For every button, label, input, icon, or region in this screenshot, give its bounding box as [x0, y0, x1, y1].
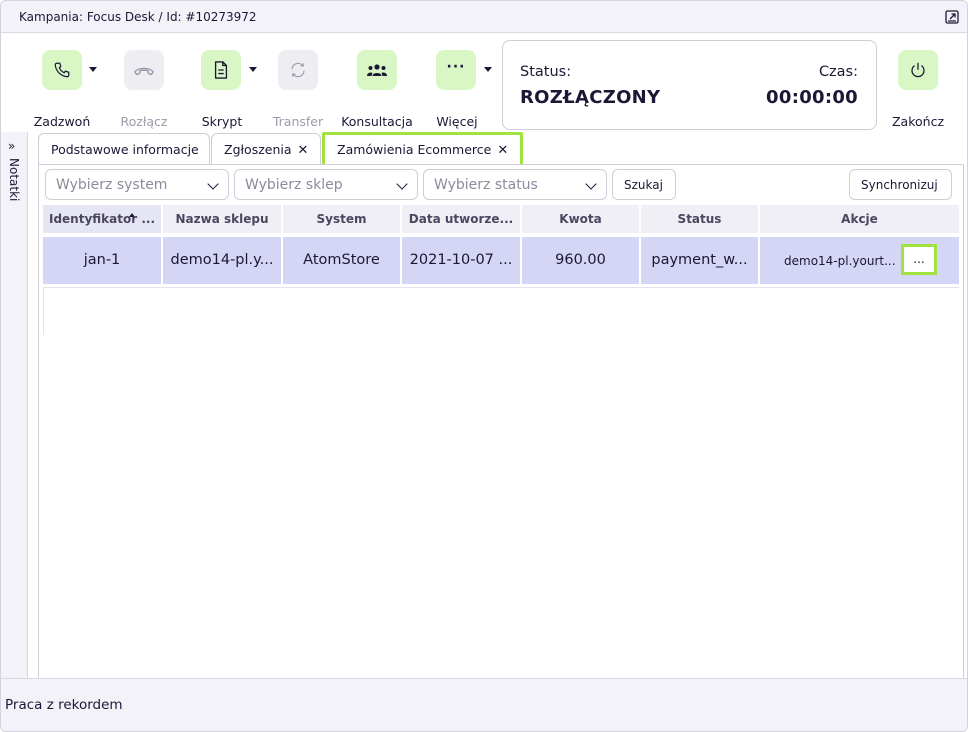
cell-amount: 960.00 [522, 237, 639, 284]
disconnect-label: Rozłącz [120, 114, 168, 129]
status-select-placeholder: Wybierz status [434, 177, 538, 193]
footer-label: Praca z rekordem [5, 697, 123, 713]
cell-status: payment_w... [641, 237, 758, 284]
notes-panel-toggle[interactable]: » Notatki [1, 132, 28, 678]
tab-basic-info[interactable]: Podstawowe informacje [38, 133, 210, 164]
call-dropdown-chevron-icon[interactable] [89, 67, 97, 72]
column-header-created[interactable]: Data utworze... [402, 205, 520, 233]
sync-button[interactable]: Synchronizuj [849, 169, 952, 200]
system-select-placeholder: Wybierz system [56, 177, 168, 193]
tab-ecommerce-orders[interactable]: Zamówienia Ecommerce ✕ [322, 132, 523, 168]
table-row[interactable]: jan-1 demo14-pl.y... AtomStore 2021-10-0… [43, 237, 959, 284]
transfer-label: Transfer [272, 114, 324, 129]
hangup-icon [134, 67, 154, 76]
disconnect-button[interactable] [124, 50, 164, 90]
tab-label: Podstawowe informacje [51, 142, 199, 157]
end-button[interactable] [898, 50, 938, 90]
orders-table-header: Identyfikator ... Nazwa sklepu System Da… [43, 205, 959, 233]
cell-system: AtomStore [283, 237, 400, 284]
call-label: Zadzwoń [33, 114, 91, 129]
shop-select-placeholder: Wybierz sklep [245, 177, 343, 193]
consult-label: Konsultacja [341, 114, 413, 129]
group-icon [367, 64, 387, 76]
call-status-panel: Status: ROZŁĄCZONY Czas: 00:00:00 [502, 40, 877, 130]
transfer-icon [291, 62, 305, 78]
tab-label: Zamówienia Ecommerce [337, 142, 492, 157]
column-header-shop[interactable]: Nazwa sklepu [163, 205, 281, 233]
double-chevron-right-icon: » [8, 139, 16, 153]
title-bar: Kampania: Focus Desk / Id: #10273972 [1, 1, 967, 33]
chevron-down-icon [207, 178, 219, 190]
more-label: Więcej [436, 114, 478, 129]
more-dots-icon: ··· [446, 59, 466, 75]
popout-icon[interactable] [945, 10, 959, 24]
time-value: 00:00:00 [766, 87, 858, 108]
chevron-down-icon [585, 178, 597, 190]
tab-label: Zgłoszenia [224, 142, 292, 157]
column-header-amount[interactable]: Kwota [522, 205, 639, 233]
call-toolbar: Zadzwoń Rozłącz Skrypt Transfer Konsulta… [1, 33, 967, 133]
campaign-title: Kampania: Focus Desk / Id: #10273972 [19, 10, 257, 24]
power-icon [911, 62, 925, 78]
sort-ascending-icon [129, 213, 135, 217]
more-dropdown-chevron-icon[interactable] [484, 67, 492, 72]
script-button[interactable] [201, 50, 241, 90]
chevron-down-icon [396, 178, 408, 190]
column-header-system[interactable]: System [283, 205, 400, 233]
tab-tickets[interactable]: Zgłoszenia ✕ [211, 133, 321, 164]
script-dropdown-chevron-icon[interactable] [249, 67, 257, 72]
end-label: Zakończ [891, 114, 945, 129]
table-empty-area [43, 287, 959, 335]
time-label: Czas: [818, 64, 858, 80]
cell-id: jan-1 [43, 237, 161, 284]
document-icon [214, 61, 228, 79]
record-footer: Praca z rekordem [1, 678, 967, 731]
status-label: Status: [520, 64, 572, 80]
column-header-status[interactable]: Status [641, 205, 758, 233]
app-window: Kampania: Focus Desk / Id: #10273972 Zad… [0, 0, 968, 732]
search-button[interactable]: Szukaj [612, 169, 676, 200]
script-label: Skrypt [201, 114, 243, 129]
cell-created: 2021-10-07 ... [402, 237, 520, 284]
close-icon[interactable]: ✕ [298, 143, 309, 158]
consult-button[interactable] [357, 50, 397, 90]
column-header-actions: Akcje [760, 205, 959, 233]
row-more-actions-button[interactable]: ... [901, 244, 937, 275]
notes-label: Notatki [7, 158, 21, 202]
status-value: ROZŁĄCZONY [520, 87, 661, 108]
more-button[interactable]: ··· [436, 50, 476, 90]
transfer-button[interactable] [278, 50, 318, 90]
system-select[interactable]: Wybierz system [45, 169, 229, 200]
cell-shop: demo14-pl.y... [163, 237, 281, 284]
call-button[interactable] [42, 50, 82, 90]
column-header-id[interactable]: Identyfikator ... [43, 205, 161, 233]
status-select[interactable]: Wybierz status [423, 169, 607, 200]
shop-select[interactable]: Wybierz sklep [234, 169, 418, 200]
close-icon[interactable]: ✕ [497, 143, 508, 158]
phone-icon [54, 62, 70, 78]
